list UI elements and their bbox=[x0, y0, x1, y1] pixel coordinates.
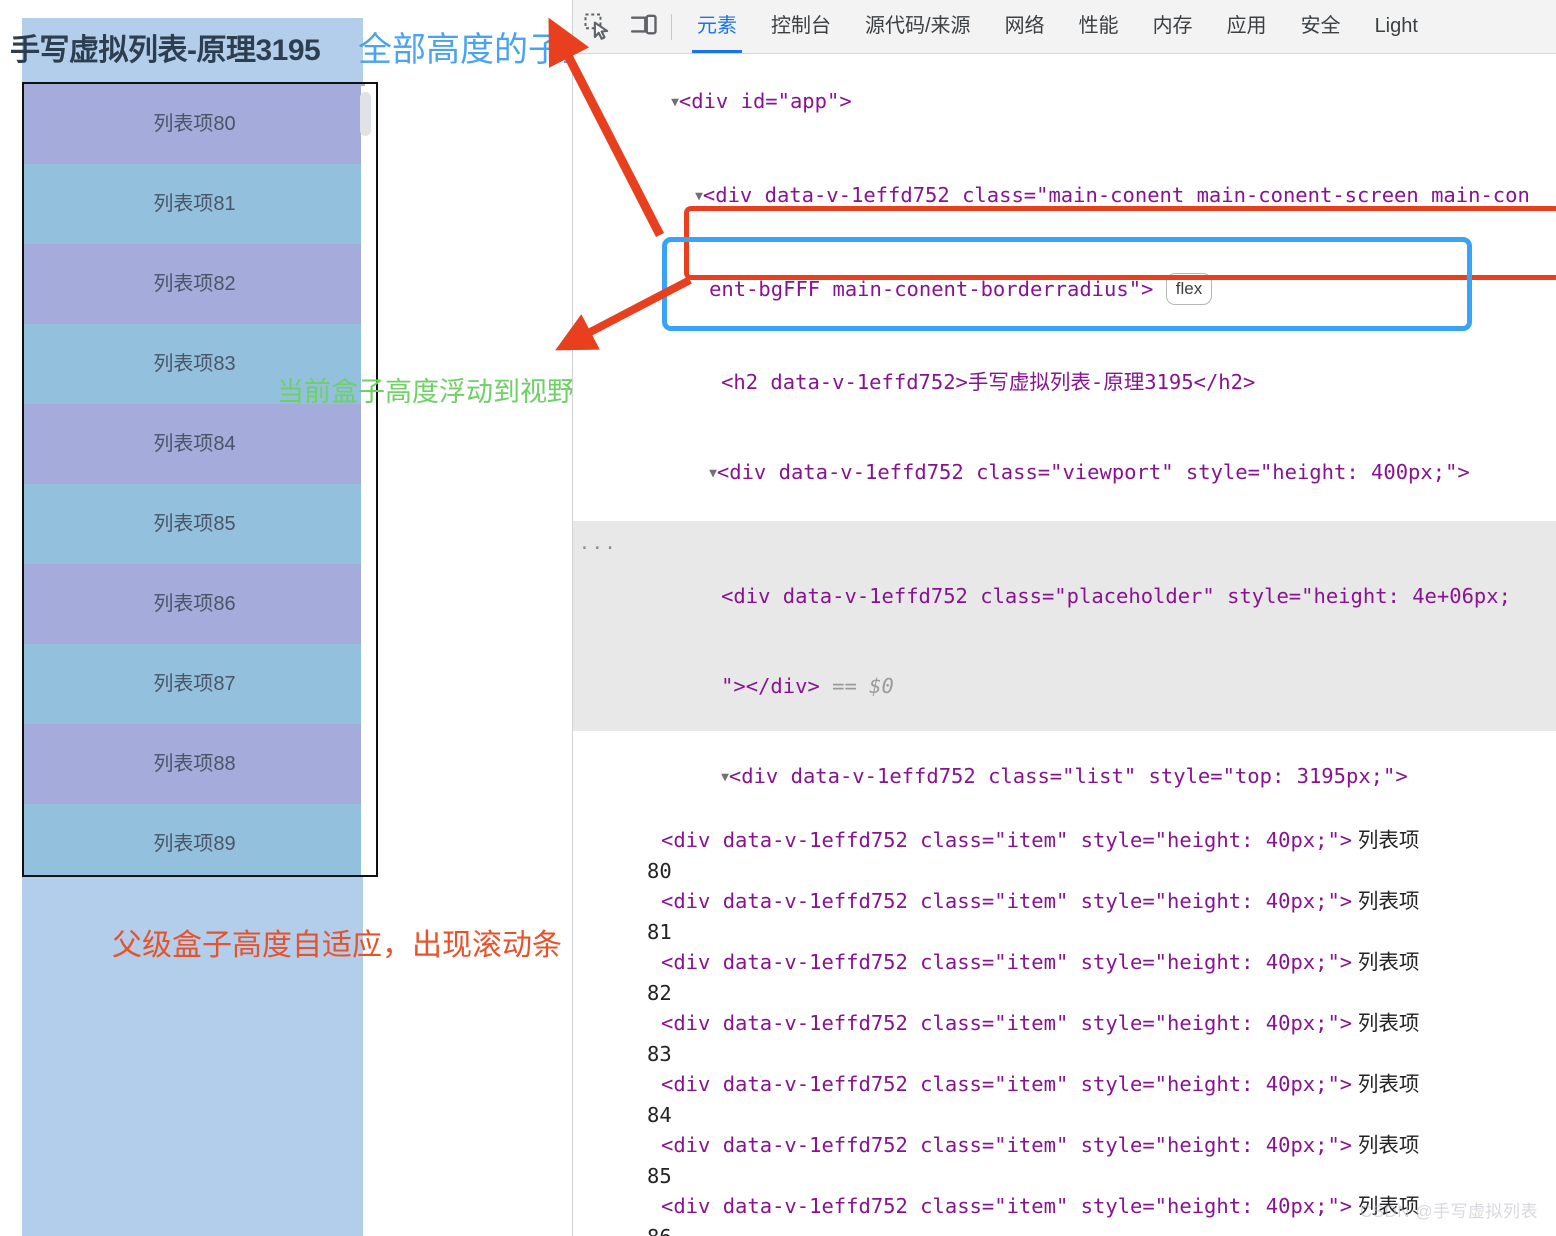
dom-node-item-number: 86 bbox=[647, 1225, 684, 1236]
viewport-scrollbar-track[interactable] bbox=[360, 86, 374, 875]
dom-node-item-number: 80 bbox=[647, 859, 672, 883]
tab-lighthouse[interactable]: Light bbox=[1358, 0, 1435, 53]
dom-node-item-number: 84 bbox=[647, 1103, 672, 1127]
tab-performance[interactable]: 性能 bbox=[1062, 0, 1136, 53]
expand-triangle-icon[interactable]: ▼ bbox=[721, 770, 729, 785]
tab-network[interactable]: 网络 bbox=[988, 0, 1062, 53]
expand-triangle-icon[interactable]: ▼ bbox=[695, 189, 703, 204]
dom-node-text: <h2 data-v-1effd752>手写虚拟列表-原理3195</h2> bbox=[721, 370, 1256, 394]
devtools-toolbar: 元素 控制台 源代码/来源 网络 性能 内存 应用 安全 Light bbox=[573, 0, 1556, 54]
annotation-blue-text: 全部高度的子盒子 bbox=[358, 31, 572, 69]
dom-node-placeholder-selected[interactable]: ... <div data-v-1effd752 class="placehol… bbox=[573, 521, 1556, 641]
list-item[interactable]: 列表项81 bbox=[24, 164, 365, 244]
flex-badge[interactable]: flex bbox=[1165, 273, 1213, 305]
list-item[interactable]: 列表项88 bbox=[24, 724, 365, 804]
dom-node-item-text: 列表项 bbox=[1352, 1073, 1420, 1096]
tab-console[interactable]: 控制台 bbox=[754, 0, 848, 53]
dom-node-text-line2: "></div> bbox=[721, 674, 820, 698]
virtual-list-viewport[interactable]: 列表项80 列表项81 列表项82 列表项83 列表项84 列表项85 列表项8… bbox=[22, 82, 378, 877]
dom-node-text: <div data-v-1effd752 class="viewport" st… bbox=[716, 460, 1470, 484]
dom-node-text: <div data-v-1effd752 class="item" style=… bbox=[661, 1011, 1353, 1035]
dom-node-text: <div data-v-1effd752 class="item" style=… bbox=[661, 828, 1353, 852]
dom-node-item-text: 列表项 bbox=[1352, 829, 1420, 852]
viewport-scrollbar-thumb[interactable] bbox=[360, 92, 371, 136]
expand-triangle-icon[interactable]: ▼ bbox=[709, 466, 717, 481]
dom-node-item[interactable]: <div data-v-1effd752 class="item" style=… bbox=[573, 1069, 1556, 1100]
dom-node-item-close: 80 bbox=[573, 856, 1556, 886]
toolbar-divider bbox=[671, 13, 672, 40]
tab-security[interactable]: 安全 bbox=[1284, 0, 1358, 53]
list-item[interactable]: 列表项85 bbox=[24, 484, 365, 564]
list-item[interactable]: 列表项82 bbox=[24, 244, 365, 324]
list-item[interactable]: 列表项87 bbox=[24, 644, 365, 724]
dom-node-item-text: 列表项 bbox=[1352, 890, 1420, 913]
dom-node-viewport[interactable]: ▼<div data-v-1effd752 class="viewport" s… bbox=[573, 427, 1556, 521]
dom-node-item-number: 82 bbox=[647, 981, 672, 1005]
devtools-panel: 元素 控制台 源代码/来源 网络 性能 内存 应用 安全 Light ▼<div… bbox=[572, 0, 1556, 1236]
tab-application[interactable]: 应用 bbox=[1210, 0, 1284, 53]
selected-node-marker: == $0 bbox=[832, 674, 894, 698]
dom-node-item[interactable]: <div data-v-1effd752 class="item" style=… bbox=[573, 886, 1556, 917]
dom-node-item[interactable]: <div data-v-1effd752 class="item" style=… bbox=[573, 1008, 1556, 1039]
list-item[interactable]: 列表项84 bbox=[24, 404, 365, 484]
dom-node-item-text: 列表项 bbox=[1352, 951, 1420, 974]
dom-node-item[interactable]: <div data-v-1effd752 class="item" style=… bbox=[573, 947, 1556, 978]
dom-node-item-close: 86 bbox=[573, 1222, 1556, 1236]
dom-node-item[interactable]: <div data-v-1effd752 class="item" style=… bbox=[573, 825, 1556, 856]
list-item[interactable]: 列表项80 bbox=[24, 84, 365, 164]
dom-tree[interactable]: ▼<div id="app"> ▼<div data-v-1effd752 cl… bbox=[573, 54, 1556, 1236]
dom-node-text: <div data-v-1effd752 class="item" style=… bbox=[661, 1072, 1353, 1096]
dom-node-item-close: 83 bbox=[573, 1039, 1556, 1069]
dom-node-main-content[interactable]: ▼<div data-v-1effd752 class="main-conent… bbox=[573, 150, 1556, 244]
dom-node-text: <div data-v-1effd752 class="item" style=… bbox=[661, 889, 1353, 913]
list-item[interactable]: 列表项86 bbox=[24, 564, 365, 644]
dom-node-main-content-cont: ent-bgFFF main-conent-borderradius"> fle… bbox=[573, 244, 1556, 337]
dom-node-list[interactable]: ▼<div data-v-1effd752 class="list" style… bbox=[573, 731, 1556, 825]
tab-sources[interactable]: 源代码/来源 bbox=[848, 0, 988, 53]
dom-node-text: <div data-v-1effd752 class="item" style=… bbox=[661, 1194, 1353, 1218]
dom-node-text-line1: <div data-v-1effd752 class="placeholder"… bbox=[721, 584, 1511, 608]
inspected-page-pane: 手写虚拟列表-原理3195 列表项80 列表项81 列表项82 列表项83 列表… bbox=[0, 0, 572, 1236]
virtual-list: 列表项80 列表项81 列表项82 列表项83 列表项84 列表项85 列表项8… bbox=[24, 84, 365, 875]
dom-node-item-number: 83 bbox=[647, 1042, 672, 1066]
dom-node-item-close: 85 bbox=[573, 1161, 1556, 1191]
device-toolbar-icon[interactable] bbox=[623, 6, 665, 48]
tab-elements[interactable]: 元素 bbox=[680, 0, 754, 53]
dom-node-text: <div data-v-1effd752 class="list" style=… bbox=[728, 764, 1408, 788]
dom-node-item-close: 82 bbox=[573, 978, 1556, 1008]
dom-node-app[interactable]: ▼<div id="app"> bbox=[573, 56, 1556, 150]
dom-node-item-text: 列表项 bbox=[1352, 1012, 1420, 1035]
dom-node-item-text: 列表项 bbox=[1352, 1134, 1420, 1157]
dom-item-nodes: <div data-v-1effd752 class="item" style=… bbox=[573, 825, 1556, 1236]
dom-node-item-close: 84 bbox=[573, 1100, 1556, 1130]
list-item[interactable]: 列表项83 bbox=[24, 324, 365, 404]
page-title: 手写虚拟列表-原理3195 bbox=[10, 34, 321, 67]
dom-node-text-line2: ent-bgFFF main-conent-borderradius"> bbox=[709, 277, 1154, 301]
dom-node-item-number: 81 bbox=[647, 920, 672, 944]
dom-node-item-close: 81 bbox=[573, 917, 1556, 947]
dom-node-item-number: 85 bbox=[647, 1164, 672, 1188]
dom-node-item[interactable]: <div data-v-1effd752 class="item" style=… bbox=[573, 1130, 1556, 1161]
dom-node-h2[interactable]: <h2 data-v-1effd752>手写虚拟列表-原理3195</h2> bbox=[573, 337, 1556, 427]
tab-memory[interactable]: 内存 bbox=[1136, 0, 1210, 53]
list-item[interactable]: 列表项89 bbox=[24, 804, 365, 875]
dom-node-text: <div data-v-1effd752 class="item" style=… bbox=[661, 1133, 1353, 1157]
dom-node-text: <div data-v-1effd752 class="item" style=… bbox=[661, 950, 1353, 974]
dom-node-text-line1: <div data-v-1effd752 class="main-conent … bbox=[702, 183, 1530, 207]
dom-node-placeholder-selected-cont[interactable]: "></div> == $0 bbox=[573, 641, 1556, 731]
watermark: CSDN @手写虚拟列表 bbox=[1359, 1202, 1538, 1221]
dom-node-text: <div id="app"> bbox=[678, 89, 852, 113]
expand-triangle-icon[interactable]: ▼ bbox=[671, 95, 679, 110]
inspect-element-icon[interactable] bbox=[577, 6, 619, 48]
node-ellipsis-badge[interactable]: ... bbox=[579, 529, 618, 559]
